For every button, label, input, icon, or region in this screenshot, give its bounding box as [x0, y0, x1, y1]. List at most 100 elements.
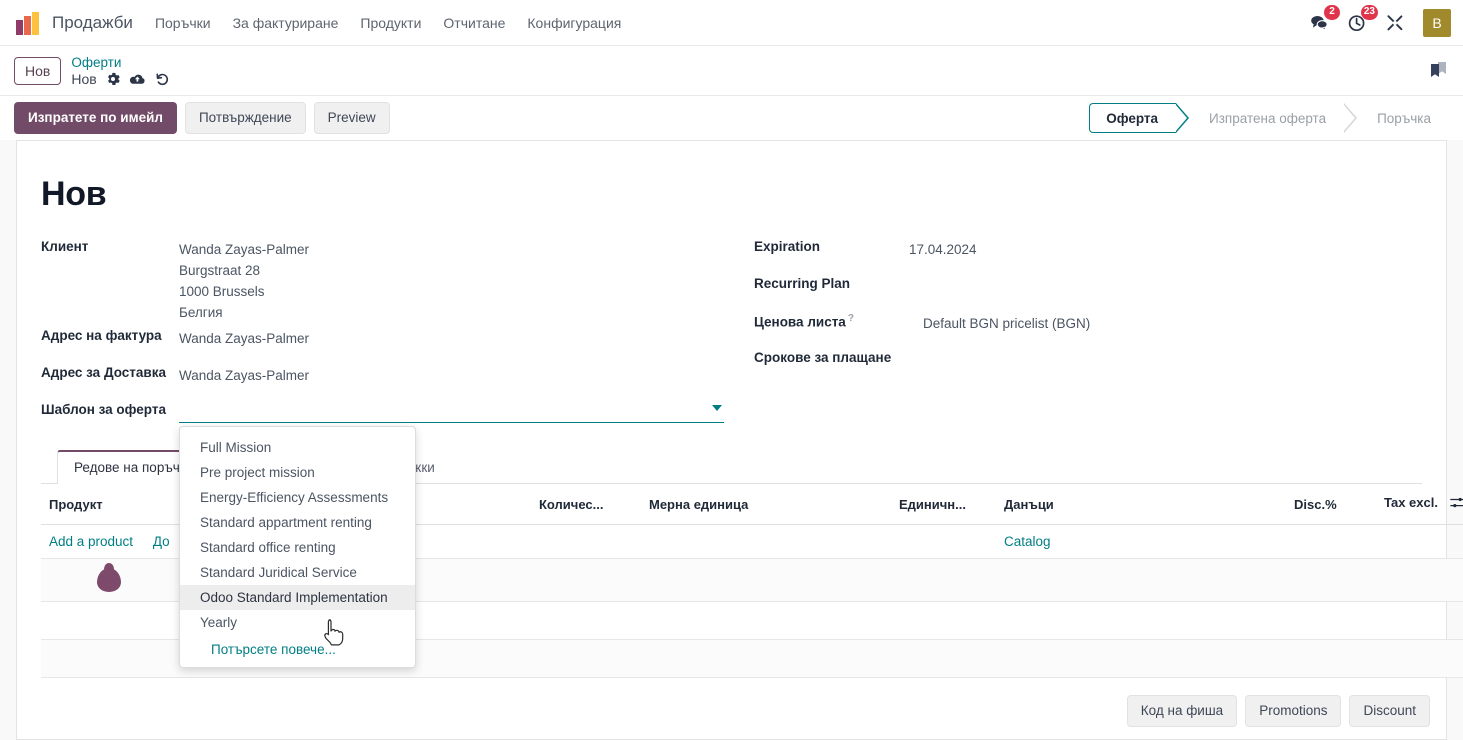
form-left-column: Клиент Wanda Zayas-Palmer Burgstraat 28 … [41, 234, 754, 668]
preview-button[interactable]: Preview [313, 102, 390, 134]
optional-columns-button[interactable] [1449, 496, 1463, 513]
breadcrumb-parent-link[interactable]: Оферти [71, 55, 169, 70]
pricelist-label-text: Ценова листа [754, 314, 846, 330]
developer-tools-button[interactable] [1385, 13, 1405, 33]
user-avatar[interactable]: B [1423, 8, 1451, 37]
dropdown-option-pre-project-mission[interactable]: Pre project mission [180, 460, 415, 485]
column-tax-excl[interactable]: Tax excl. [1376, 484, 1463, 525]
field-label-payment-terms: Срокове за плащане [754, 350, 892, 365]
customer-city: 1000 Brussels [179, 284, 265, 299]
column-discount[interactable]: Disc.% [1286, 484, 1376, 525]
activities-badge: 23 [1360, 4, 1378, 20]
menu-item-orders[interactable]: Поръчки [155, 11, 211, 35]
customer-country: Белгия [179, 305, 223, 320]
quotation-template-field[interactable] [179, 399, 724, 423]
customer-name: Wanda Zayas-Palmer [179, 242, 310, 257]
chevron-down-icon[interactable] [712, 405, 722, 411]
menu-item-configuration[interactable]: Конфигурация [527, 11, 621, 35]
dropdown-option-yearly[interactable]: Yearly [180, 610, 415, 635]
page-title: Нов [41, 175, 107, 213]
status-stage-quotation[interactable]: Оферта [1089, 103, 1177, 133]
dropdown-option-energy-efficiency-assessments[interactable]: Energy-Efficiency Assessments [180, 485, 415, 510]
add-a-product-link[interactable]: Add a product [49, 534, 133, 549]
breadcrumb-bar: Нов Оферти Нов [0, 46, 1463, 96]
column-unit-price[interactable]: Единичн... [891, 484, 996, 525]
field-value-invoice-address[interactable]: Wanda Zayas-Palmer [179, 325, 309, 349]
messages-button[interactable]: 2 [1309, 4, 1340, 33]
field-delivery-address: Адрес за Доставка Wanda Zayas-Palmer [41, 360, 754, 397]
top-navbar: Продажби Поръчки За фактуриране Продукти… [0, 0, 1463, 46]
app-name[interactable]: Продажби [52, 13, 133, 33]
catalog-cell: Catalog [996, 524, 1463, 559]
status-bar: Оферта Изпратена оферта Поръчка [1089, 103, 1449, 133]
field-expiration: Expiration 17.04.2024 [754, 234, 1422, 271]
catalog-link[interactable]: Catalog [1004, 534, 1051, 549]
form-sheet: Нов Клиент Wanda Zayas-Palmer Burgstraat… [16, 140, 1463, 740]
confirm-button[interactable]: Потвърждение [184, 102, 306, 134]
quotation-template-input[interactable] [179, 399, 724, 422]
field-customer: Клиент Wanda Zayas-Palmer Burgstraat 28 … [41, 234, 754, 323]
cloud-upload-save-icon[interactable] [129, 72, 146, 86]
dropdown-search-more[interactable]: Потърсете повече... [180, 635, 415, 661]
field-quotation-template: Шаблон за оферта Full Mission Pre projec… [41, 397, 754, 668]
form-grid: Клиент Wanda Zayas-Palmer Burgstraat 28 … [41, 234, 1422, 668]
column-quantity[interactable]: Количес... [531, 484, 641, 525]
dropdown-option-odoo-standard-implementation[interactable]: Odoo Standard Implementation [180, 585, 415, 610]
dropdown-option-standard-office-renting[interactable]: Standard office renting [180, 535, 415, 560]
footer-buttons: Код на фиша Promotions Discount [1126, 695, 1430, 727]
action-bar: Изпратете по имейл Потвърждение Preview … [0, 96, 1463, 140]
status-stage-quotation-sent[interactable]: Изпратена оферта [1189, 103, 1344, 133]
field-invoice-address: Адрес на фактура Wanda Zayas-Palmer [41, 323, 754, 360]
navbar-right-tools: 2 23 B [1309, 4, 1453, 37]
field-label-invoice-address: Адрес на фактура [41, 328, 162, 343]
field-label-delivery-address: Адрес за Доставка [41, 365, 166, 380]
sliders-icon [1449, 497, 1463, 508]
messages-badge: 2 [1324, 4, 1340, 20]
bookmark-icon [1431, 61, 1446, 77]
field-value-delivery-address[interactable]: Wanda Zayas-Palmer [179, 362, 309, 386]
status-stage-sales-order[interactable]: Поръчка [1357, 103, 1449, 133]
breadcrumb-current: Нов [71, 70, 97, 87]
field-value-pricelist[interactable]: Default BGN pricelist (BGN) [909, 310, 1090, 334]
coupon-code-button[interactable]: Код на фиша [1126, 695, 1238, 727]
form-right-column: Expiration 17.04.2024 Recurring Plan Цен… [754, 234, 1422, 434]
form-sheet-wrapper: Нов Клиент Wanda Zayas-Palmer Burgstraat… [0, 140, 1463, 740]
column-uom[interactable]: Мерна единица [641, 484, 891, 525]
add-a-section-link[interactable]: До [153, 534, 170, 549]
discard-undo-icon[interactable] [155, 72, 170, 87]
dropdown-option-standard-appartment-renting[interactable]: Standard appartment renting [180, 510, 415, 535]
field-label-expiration: Expiration [754, 239, 821, 254]
promotions-button[interactable]: Promotions [1245, 695, 1342, 727]
breadcrumb-record-pill[interactable]: Нов [14, 56, 62, 85]
quotation-template-dropdown: Full Mission Pre project mission Energy-… [179, 426, 416, 668]
field-label-recurring-plan: Recurring Plan [754, 276, 851, 291]
bookmark-button[interactable] [1427, 59, 1449, 83]
wrench-icon [1387, 14, 1403, 30]
column-taxes[interactable]: Данъци [996, 484, 1286, 525]
loading-droplet-icon [97, 563, 121, 592]
help-icon[interactable]: ? [848, 313, 854, 324]
status-separator-1 [1175, 103, 1190, 133]
field-pricelist: Ценова листа? Default BGN pricelist (BGN… [754, 308, 1422, 345]
field-label-quotation-template: Шаблон за оферта [41, 402, 166, 417]
menu-item-to-invoice[interactable]: За фактуриране [233, 11, 339, 35]
field-value-expiration[interactable]: 17.04.2024 [909, 236, 977, 260]
field-label-pricelist: Ценова листа? [754, 310, 909, 330]
dropdown-option-full-mission[interactable]: Full Mission [180, 435, 415, 460]
dropdown-option-standard-juridical-service[interactable]: Standard Juridical Service [180, 560, 415, 585]
odoo-sales-logo-icon [16, 11, 42, 35]
field-payment-terms: Срокове за плащане [754, 345, 1422, 382]
field-label-customer: Клиент [41, 239, 89, 254]
breadcrumb: Оферти Нов [71, 55, 169, 87]
field-recurring-plan: Recurring Plan [754, 271, 1422, 308]
field-value-customer[interactable]: Wanda Zayas-Palmer Burgstraat 28 1000 Br… [179, 236, 309, 323]
menu-item-reporting[interactable]: Отчитане [443, 11, 505, 35]
discount-button[interactable]: Discount [1349, 695, 1430, 727]
gear-icon[interactable] [106, 72, 120, 86]
send-by-email-button[interactable]: Изпратете по имейл [14, 102, 177, 134]
status-separator-2 [1343, 103, 1358, 133]
customer-street: Burgstraat 28 [179, 263, 261, 278]
column-tax-excl-label: Tax excl. [1384, 495, 1438, 510]
activities-button[interactable]: 23 [1347, 4, 1378, 33]
menu-item-products[interactable]: Продукти [360, 11, 421, 35]
